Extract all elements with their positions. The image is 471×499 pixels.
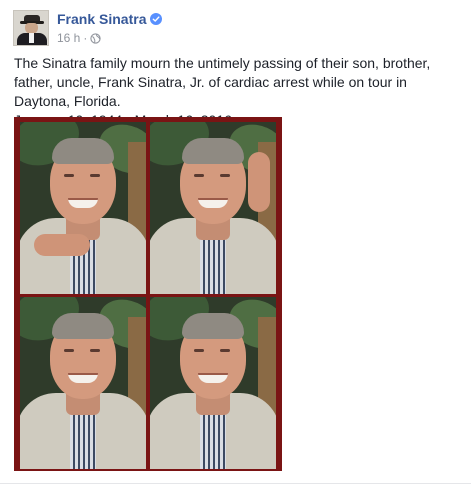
eye: [90, 174, 100, 177]
eye: [64, 174, 74, 177]
eye: [220, 174, 230, 177]
photo-tile-4: [150, 297, 276, 469]
hand: [248, 152, 270, 212]
post-timestamp-link[interactable]: 16 h: [57, 30, 80, 46]
verified-badge-icon: [150, 13, 163, 25]
facebook-post: Frank Sinatra 16 h · The Sinatra family …: [0, 0, 471, 499]
post-divider: [0, 483, 471, 484]
eye: [194, 349, 204, 352]
post-photo[interactable]: [14, 117, 282, 471]
globe-icon[interactable]: [90, 32, 102, 44]
photo-tile-1: [20, 122, 146, 294]
hair: [52, 138, 114, 164]
post-text-paragraph: The Sinatra family mourn the untimely pa…: [14, 55, 431, 109]
eye: [64, 349, 74, 352]
eye: [194, 174, 204, 177]
post-header: Frank Sinatra 16 h ·: [13, 10, 163, 50]
post-meta: Frank Sinatra 16 h ·: [57, 10, 163, 46]
striped-shirt: [200, 238, 226, 294]
striped-shirt: [200, 413, 226, 469]
hand: [34, 234, 90, 256]
hair: [52, 313, 114, 339]
meta-separator: ·: [83, 31, 88, 45]
hair: [182, 138, 244, 164]
avatar-shirt: [29, 33, 34, 43]
author-row: Frank Sinatra: [57, 10, 163, 28]
timestamp-row: 16 h ·: [57, 30, 162, 46]
photo-tile-3: [20, 297, 146, 469]
hair: [182, 313, 244, 339]
eye: [220, 349, 230, 352]
author-avatar[interactable]: [13, 10, 49, 46]
striped-shirt: [70, 413, 96, 469]
author-name-link[interactable]: Frank Sinatra: [57, 10, 146, 28]
eye: [90, 349, 100, 352]
photo-tile-2: [150, 122, 276, 294]
